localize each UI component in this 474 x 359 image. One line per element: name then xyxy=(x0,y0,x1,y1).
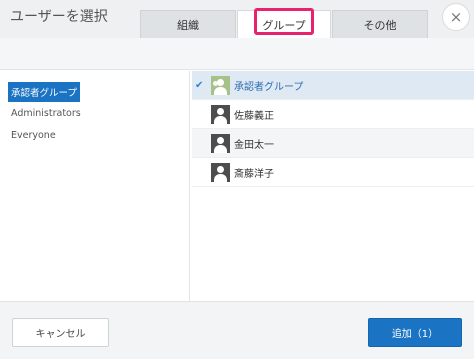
member-row[interactable]: 佐藤義正 xyxy=(192,100,474,129)
group-list-panel: 承認者グループ Administrators Everyone xyxy=(0,71,190,301)
group-list-item-everyone[interactable]: Everyone xyxy=(8,127,59,144)
user-icon xyxy=(211,162,230,182)
dialog-header: ユーザーを選択 組織 グループ その他 × xyxy=(0,0,474,38)
member-row[interactable]: ✔ 承認者グループ xyxy=(192,71,474,100)
user-icon xyxy=(211,104,230,124)
close-button[interactable]: × xyxy=(442,3,470,31)
tab-other[interactable]: その他 xyxy=(332,10,428,38)
member-name: 金田太一 xyxy=(234,139,274,151)
member-row[interactable]: 斎藤洋子 xyxy=(192,158,474,187)
tab-organization-label: 組織 xyxy=(177,18,199,32)
dialog-title: ユーザーを選択 xyxy=(10,9,108,25)
member-row[interactable]: 金田太一 xyxy=(192,129,474,158)
group-icon xyxy=(211,75,230,95)
group-list-item-approvers[interactable]: 承認者グループ xyxy=(8,82,80,102)
close-icon: × xyxy=(449,8,463,26)
group-list-item-administrators[interactable]: Administrators xyxy=(8,105,84,122)
toolbar-band xyxy=(0,38,474,70)
check-icon: ✔ xyxy=(195,79,204,91)
cancel-button[interactable]: キャンセル xyxy=(12,318,109,347)
tab-group[interactable]: グループ xyxy=(237,10,331,38)
member-name: 斎藤洋子 xyxy=(234,168,274,180)
member-list-panel: ✔ 承認者グループ 佐藤義正 金田太一 斎藤洋子 xyxy=(192,71,474,301)
user-icon xyxy=(211,133,230,153)
tab-organization[interactable]: 組織 xyxy=(140,10,236,38)
add-button[interactable]: 追加（1） xyxy=(368,318,462,347)
member-name: 佐藤義正 xyxy=(234,110,274,122)
tab-group-label: グループ xyxy=(262,18,306,32)
dialog-footer: キャンセル 追加（1） xyxy=(0,301,474,359)
user-select-dialog: ユーザーを選択 組織 グループ その他 × 承認者グループ Administra… xyxy=(0,0,474,359)
member-name: 承認者グループ xyxy=(234,81,304,93)
add-button-label: 追加（1） xyxy=(391,329,439,340)
tab-other-label: その他 xyxy=(363,18,397,32)
cancel-button-label: キャンセル xyxy=(35,329,86,340)
